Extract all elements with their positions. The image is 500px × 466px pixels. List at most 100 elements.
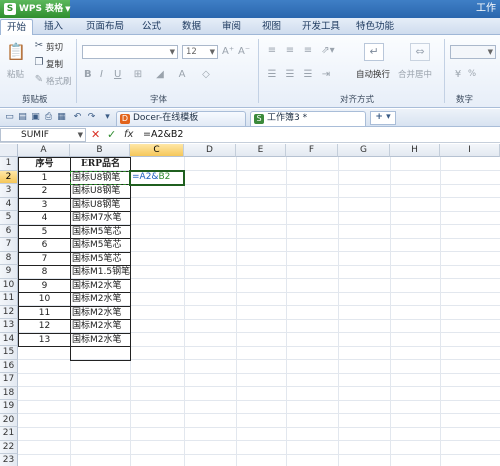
print-icon[interactable]: ⎙ — [43, 112, 54, 123]
align-bottom-icon[interactable]: ≡ — [302, 45, 314, 57]
wps-app-menu-button[interactable]: S WPS 表格 ▼ — [0, 0, 71, 18]
indent-icon[interactable]: ⇥ — [320, 69, 332, 81]
underline-button[interactable]: U — [114, 69, 121, 80]
formula-input[interactable]: =A2&B2 — [143, 129, 183, 141]
row-header[interactable]: 16 — [0, 359, 18, 373]
cell-a[interactable]: 1 — [18, 170, 71, 185]
italic-button[interactable]: I — [100, 69, 103, 80]
row-header[interactable]: 11 — [0, 292, 18, 306]
copy-button[interactable]: 复制 — [46, 58, 63, 70]
redo-icon[interactable]: ↷ — [86, 112, 97, 123]
wrap-text-button[interactable]: 自动换行 — [356, 68, 390, 80]
row-header[interactable]: 14 — [0, 332, 18, 346]
cell-a[interactable]: 12 — [18, 319, 71, 334]
tab-review[interactable]: 审阅 — [216, 19, 247, 35]
increase-font-icon[interactable]: A⁺ — [222, 46, 234, 58]
tab-special-features[interactable]: 特色功能 — [350, 19, 400, 35]
column-header-c[interactable]: C — [130, 144, 184, 157]
cell-a[interactable]: 8 — [18, 265, 71, 280]
customize-toolbar-icon[interactable]: ▾ — [102, 112, 113, 123]
insert-function-icon[interactable]: fx — [124, 128, 133, 142]
cell-b[interactable]: 国标M1.5钢笔 — [70, 265, 131, 280]
column-header-g[interactable]: G — [338, 144, 390, 157]
column-header-b[interactable]: B — [70, 144, 130, 157]
tab-home[interactable]: 开始 — [0, 19, 34, 35]
row-header[interactable]: 6 — [0, 224, 18, 238]
row-header[interactable]: 19 — [0, 400, 18, 414]
align-left-icon[interactable]: ☰ — [266, 69, 278, 81]
cell-a[interactable]: 6 — [18, 238, 71, 253]
cell-a[interactable]: 4 — [18, 211, 71, 226]
doc-tab-workbook3[interactable]: S 工作簿3 * — [250, 111, 366, 126]
column-header-h[interactable]: H — [390, 144, 440, 157]
percent-button[interactable]: % — [468, 69, 476, 79]
open-folder-icon[interactable]: ▤ — [17, 112, 28, 123]
paste-icon[interactable]: 📋 — [6, 41, 26, 63]
cell-b[interactable]: 国标M5笔芯 — [70, 238, 131, 253]
name-box[interactable]: SUMIF ▼ — [0, 128, 86, 142]
row-header[interactable]: 21 — [0, 427, 18, 441]
cell-b[interactable]: 国标U8钢笔 — [70, 184, 131, 199]
fill-color-icon[interactable]: ◢ — [154, 69, 166, 81]
confirm-icon[interactable]: ✓ — [107, 128, 116, 142]
column-header-i[interactable]: I — [440, 144, 500, 157]
cell-a1[interactable]: 序号 — [18, 157, 71, 172]
row-header[interactable]: 20 — [0, 413, 18, 427]
tab-developer[interactable]: 开发工具 — [296, 19, 346, 35]
paste-button[interactable]: 粘贴 — [7, 68, 24, 80]
bold-button[interactable]: B — [84, 69, 92, 80]
wrap-text-icon[interactable]: ↵ — [364, 43, 384, 61]
cell-b[interactable]: 国标M5笔芯 — [70, 224, 131, 239]
cell-a[interactable]: 9 — [18, 278, 71, 293]
tab-insert[interactable]: 插入 — [38, 19, 69, 35]
row-header[interactable]: 10 — [0, 278, 18, 292]
row-header[interactable]: 18 — [0, 386, 18, 400]
row-header[interactable]: 7 — [0, 238, 18, 252]
column-header-e[interactable]: E — [236, 144, 286, 157]
align-right-icon[interactable]: ☰ — [302, 69, 314, 81]
cell-a[interactable]: 5 — [18, 224, 71, 239]
tab-formulas[interactable]: 公式 — [136, 19, 167, 35]
row-header[interactable]: 5 — [0, 211, 18, 225]
merge-center-icon[interactable]: ⇔ — [410, 43, 430, 61]
row-header[interactable]: 12 — [0, 305, 18, 319]
row-header[interactable]: 1 — [0, 157, 18, 171]
align-middle-icon[interactable]: ≡ — [284, 45, 296, 57]
row-header[interactable]: 13 — [0, 319, 18, 333]
doc-tab-docer[interactable]: D Docer-在线模板 — [116, 111, 246, 126]
number-format-dropdown[interactable]: ▼ — [450, 45, 496, 59]
merge-center-button[interactable]: 合并居中 — [398, 68, 432, 80]
column-header-a[interactable]: A — [18, 144, 70, 157]
tab-page-layout[interactable]: 页面布局 — [80, 19, 130, 35]
row-header[interactable]: 23 — [0, 454, 18, 466]
row-header[interactable]: 8 — [0, 251, 18, 265]
new-file-icon[interactable]: ▭ — [4, 112, 15, 123]
save-icon[interactable]: ▣ — [30, 112, 41, 123]
cell-b[interactable]: 国标M7水笔 — [70, 211, 131, 226]
cell-b1[interactable]: ERP品名 — [70, 157, 131, 172]
cell-b[interactable]: 国标M2水笔 — [70, 332, 131, 347]
undo-icon[interactable]: ↶ — [72, 112, 83, 123]
cell-b[interactable]: 国标M2水笔 — [70, 305, 131, 320]
new-tab-button[interactable]: + ▾ — [370, 111, 396, 125]
row-header[interactable]: 3 — [0, 184, 18, 198]
cancel-icon[interactable]: ✕ — [91, 128, 100, 142]
decrease-font-icon[interactable]: A⁻ — [238, 46, 250, 58]
column-header-f[interactable]: F — [286, 144, 338, 157]
cell-a[interactable]: 10 — [18, 292, 71, 307]
cell-b[interactable]: 国标M2水笔 — [70, 278, 131, 293]
print-preview-icon[interactable]: ▦ — [56, 112, 67, 123]
clear-format-icon[interactable]: ◇ — [200, 69, 212, 81]
font-color-icon[interactable]: A — [176, 69, 188, 81]
row-header[interactable]: 4 — [0, 197, 18, 211]
font-name-dropdown[interactable]: ▼ — [82, 45, 178, 59]
row-header[interactable]: 17 — [0, 373, 18, 387]
font-size-dropdown[interactable]: 12 ▼ — [182, 45, 218, 59]
row-header[interactable]: 2 — [0, 170, 18, 184]
select-all-corner[interactable] — [0, 144, 18, 157]
row-header[interactable]: 9 — [0, 265, 18, 279]
cell-b15[interactable] — [70, 346, 131, 361]
cell-a[interactable]: 11 — [18, 305, 71, 320]
tab-view[interactable]: 视图 — [256, 19, 287, 35]
column-header-d[interactable]: D — [184, 144, 236, 157]
